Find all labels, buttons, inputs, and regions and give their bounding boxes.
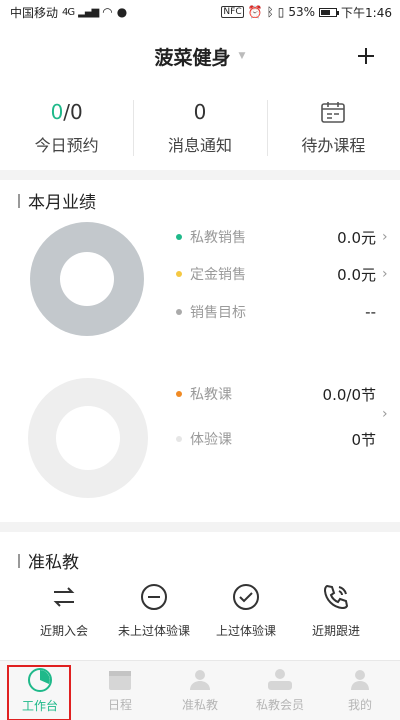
course-row: 体验课 0节	[176, 425, 392, 453]
legend-dot	[176, 271, 182, 277]
legend-dot	[176, 309, 182, 315]
no-trial-button[interactable]: 未上过体验课	[104, 580, 204, 639]
quasi-private-title: 准私教	[18, 548, 79, 573]
battery-percent: 53%	[288, 5, 316, 19]
pie-chart-icon	[28, 668, 52, 692]
legend-dot	[176, 436, 182, 442]
message-icon: ●	[116, 5, 128, 19]
sales-row[interactable]: 私教销售 0.0元 ›	[176, 223, 392, 251]
network-label: 4G	[62, 6, 75, 18]
recent-joined-button[interactable]: 近期入会	[14, 580, 114, 639]
row-value: 0节	[351, 430, 376, 449]
caret-down-icon: ▼	[238, 51, 246, 61]
performance-title: 本月业绩	[18, 188, 96, 213]
tab-quasi-private[interactable]: 准私教	[160, 661, 240, 720]
carrier-label: 中国移动	[10, 5, 59, 20]
phone-icon	[323, 584, 349, 610]
legend-dot	[176, 391, 182, 397]
clock: 下午1:46	[341, 5, 392, 20]
calendar-icon	[109, 671, 131, 690]
pending-courses-label: 待办课程	[301, 136, 366, 155]
page-title: 菠菜健身	[154, 46, 231, 69]
tab-schedule[interactable]: 日程	[80, 661, 160, 720]
check-circle-icon	[233, 584, 259, 610]
divider	[0, 170, 400, 180]
row-value: 0.0/0节	[322, 385, 376, 404]
course-donut-chart	[28, 378, 148, 498]
tab-workbench[interactable]: 工作台	[0, 661, 80, 720]
wifi-icon: ◠	[102, 5, 113, 19]
signal-icon: ▂▄▆	[78, 6, 99, 18]
app-header: 菠菜健身 ▼	[0, 24, 400, 88]
summary-row: 0/0 今日预约 0 消息通知 待办课程	[0, 88, 400, 168]
notifications-label: 消息通知	[167, 136, 232, 155]
person-icon	[190, 670, 210, 690]
club-selector[interactable]: 菠菜健身 ▼	[155, 43, 246, 70]
sales-donut-chart	[30, 222, 144, 336]
tab-private-members[interactable]: 私教会员	[240, 661, 320, 720]
calendar-icon	[321, 102, 346, 123]
row-value: --	[365, 303, 376, 321]
recent-followup-button[interactable]: 近期跟进	[286, 580, 386, 639]
row-label: 体验课	[190, 432, 232, 448]
divider	[0, 522, 400, 532]
row-label: 销售目标	[190, 305, 246, 321]
row-value: 0.0元	[337, 228, 376, 247]
row-value: 0.0元	[337, 265, 376, 284]
vip-person-icon	[268, 669, 292, 690]
alarm-icon: ⏰	[247, 5, 263, 19]
bottom-tab-bar: 工作台 日程 准私教 私教会员 我的	[0, 660, 400, 720]
row-label: 私教课	[190, 387, 232, 403]
plus-icon	[358, 48, 374, 64]
bookings-total: /0	[63, 100, 83, 124]
chevron-right-icon: ›	[382, 229, 388, 245]
pending-courses[interactable]: 待办课程	[266, 88, 400, 168]
notifications[interactable]: 0 消息通知	[133, 88, 266, 168]
profile-icon	[351, 670, 369, 690]
row-label: 私教销售	[190, 230, 246, 246]
bookings-label: 今日预约	[34, 136, 99, 155]
add-button[interactable]	[348, 38, 384, 74]
bookings-count: 0	[50, 100, 64, 124]
course-row: 私教课 0.0/0节	[176, 380, 392, 408]
sales-row: 销售目标 --	[176, 298, 392, 326]
bluetooth-icon: ᛒ	[266, 5, 274, 19]
tab-mine[interactable]: 我的	[320, 661, 400, 720]
today-bookings[interactable]: 0/0 今日预约	[0, 88, 133, 168]
chevron-right-icon: ›	[382, 266, 388, 282]
vibrate-icon: ▯	[277, 5, 285, 19]
course-chevron-icon[interactable]: ›	[382, 406, 388, 422]
sales-row[interactable]: 定金销售 0.0元 ›	[176, 260, 392, 288]
legend-dot	[176, 234, 182, 240]
row-label: 定金销售	[190, 267, 246, 283]
notification-count: 0	[193, 100, 207, 124]
minus-circle-icon	[141, 584, 167, 610]
status-bar: 中国移动 4G ▂▄▆ ◠ ● NFC ⏰ ᛒ ▯ 53% 下午1:46	[0, 0, 400, 24]
nfc-icon: NFC	[221, 6, 244, 18]
swap-arrows-icon	[53, 587, 75, 607]
battery-icon	[319, 7, 340, 17]
had-trial-button[interactable]: 上过体验课	[196, 580, 296, 639]
